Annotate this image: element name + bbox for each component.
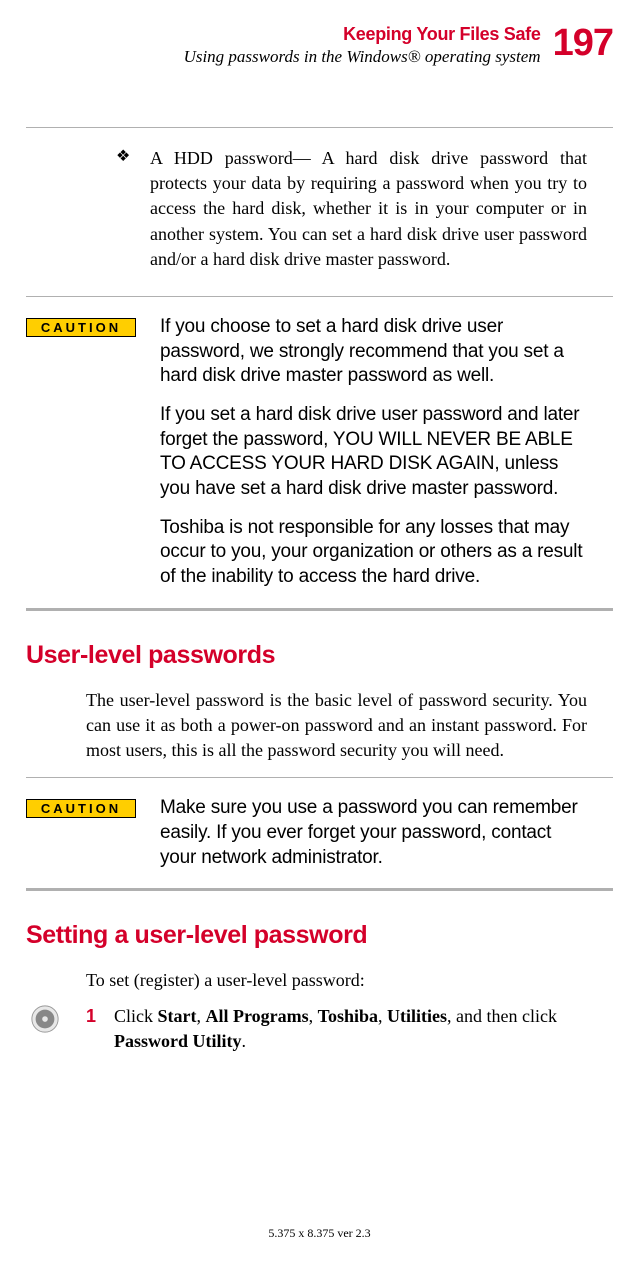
instruction-intro: To set (register) a user-level password: bbox=[86, 968, 587, 993]
b: Utilities bbox=[387, 1006, 447, 1026]
caution-text: If you choose to set a hard disk drive u… bbox=[160, 315, 587, 590]
divider-thin bbox=[26, 127, 613, 128]
step-number: 1 bbox=[86, 1004, 114, 1029]
caution-label: CAUTION bbox=[26, 318, 136, 337]
header-title: Keeping Your Files Safe bbox=[184, 24, 541, 45]
caution-label: CAUTION bbox=[26, 799, 136, 818]
b: Toshiba bbox=[318, 1006, 378, 1026]
bullet-block: ❖ A HDD password— A hard disk drive pass… bbox=[116, 146, 587, 272]
heading-setting-user-level-password: Setting a user-level password bbox=[26, 921, 613, 950]
caution-block-1: CAUTION If you choose to set a hard disk… bbox=[26, 315, 613, 590]
t: Click bbox=[114, 1006, 158, 1026]
step-text: Click Start, All Programs, Toshiba, Util… bbox=[114, 1004, 587, 1054]
page-footer: 5.375 x 8.375 ver 2.3 bbox=[0, 1226, 639, 1241]
divider-thick bbox=[26, 888, 613, 891]
divider-thick bbox=[26, 608, 613, 611]
instruction-step-1: 1 Click Start, All Programs, Toshiba, Ut… bbox=[86, 1004, 587, 1054]
page-number: 197 bbox=[553, 24, 613, 62]
gear-icon bbox=[30, 1004, 86, 1034]
heading-user-level-passwords: User-level passwords bbox=[26, 641, 613, 670]
t: , bbox=[309, 1006, 318, 1026]
b: All Programs bbox=[206, 1006, 309, 1026]
caution-row: CAUTION If you choose to set a hard disk… bbox=[26, 315, 613, 590]
t: , bbox=[197, 1006, 206, 1026]
bullet-marker: ❖ bbox=[116, 146, 150, 272]
page-header: Keeping Your Files Safe Using passwords … bbox=[26, 24, 613, 67]
bullet-item: ❖ A HDD password— A hard disk drive pass… bbox=[116, 146, 587, 272]
t: , bbox=[378, 1006, 387, 1026]
caution-para-1: Make sure you use a password you can rem… bbox=[160, 796, 587, 870]
gear-icon-svg bbox=[30, 1004, 60, 1034]
bullet-text: A HDD password— A hard disk drive passwo… bbox=[150, 146, 587, 272]
caution-para-2: If you set a hard disk drive user passwo… bbox=[160, 403, 587, 502]
instruction-block: To set (register) a user-level password:… bbox=[86, 968, 587, 1054]
caution-para-3: Toshiba is not responsible for any losse… bbox=[160, 516, 587, 590]
caution-para-1: If you choose to set a hard disk drive u… bbox=[160, 315, 587, 389]
b: Password Utility bbox=[114, 1031, 242, 1051]
caution-block-2: CAUTION Make sure you use a password you… bbox=[26, 796, 613, 870]
t: , and then click bbox=[447, 1006, 557, 1026]
b: Start bbox=[158, 1006, 197, 1026]
caution-row: CAUTION Make sure you use a password you… bbox=[26, 796, 613, 870]
section1-para: The user-level password is the basic lev… bbox=[86, 688, 587, 764]
header-text-block: Keeping Your Files Safe Using passwords … bbox=[184, 24, 541, 67]
caution-text: Make sure you use a password you can rem… bbox=[160, 796, 587, 870]
divider-thin bbox=[26, 296, 613, 297]
divider-thin bbox=[26, 777, 613, 778]
header-subtitle: Using passwords in the Windows® operatin… bbox=[184, 47, 541, 67]
t: . bbox=[242, 1031, 247, 1051]
